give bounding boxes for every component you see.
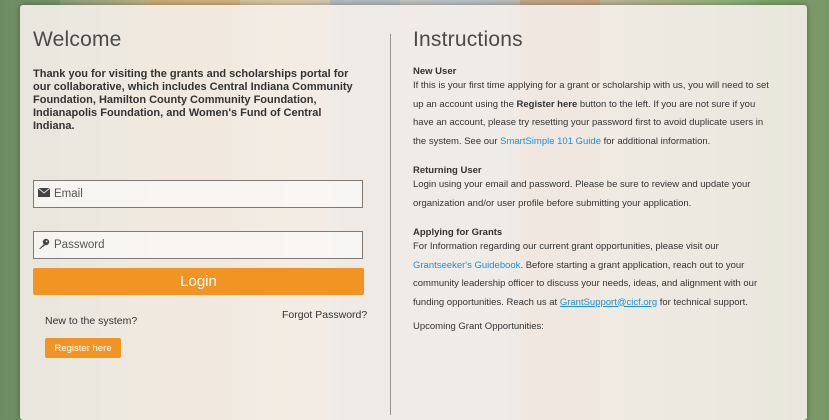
password-field[interactable]: Password (33, 231, 363, 259)
new-user-heading: New User (413, 66, 457, 77)
forgot-password-link[interactable]: Forgot Password? (282, 309, 367, 321)
guidebook-link[interactable]: Grantseeker's Guidebook (413, 260, 520, 271)
instructions-column: Instructions New User If this is your fi… (413, 28, 773, 337)
register-button[interactable]: Register here (45, 338, 121, 358)
returning-user-heading: Returning User (413, 165, 482, 176)
login-button[interactable]: Login (33, 268, 364, 295)
email-placeholder: Email (54, 188, 83, 200)
upcoming-grants-label: Upcoming Grant Opportunities: (413, 321, 544, 332)
envelope-icon (37, 187, 54, 200)
applying-text: For Information regarding our current gr… (413, 241, 758, 308)
register-here-bold: Register here (516, 98, 578, 110)
instructions-title: Instructions (413, 28, 523, 51)
password-placeholder: Password (54, 239, 105, 251)
grant-support-email-link[interactable]: GrantSupport@cicf.org (560, 297, 657, 308)
welcome-column: Welcome Thank you for visiting the grant… (33, 28, 365, 133)
column-divider (390, 34, 391, 415)
applying-heading: Applying for Grants (413, 227, 503, 238)
new-user-text: If this is your first time applying for … (413, 80, 769, 147)
email-field[interactable]: Email (33, 180, 363, 208)
new-to-system-text: New to the system? (45, 315, 138, 327)
welcome-intro: Thank you for visiting the grants and sc… (33, 68, 353, 132)
key-icon (38, 238, 54, 253)
returning-user-text: Login using your email and password. Ple… (413, 179, 751, 209)
smartsimple-guide-link[interactable]: SmartSimple 101 Guide (500, 136, 601, 147)
welcome-title: Welcome (33, 28, 122, 51)
